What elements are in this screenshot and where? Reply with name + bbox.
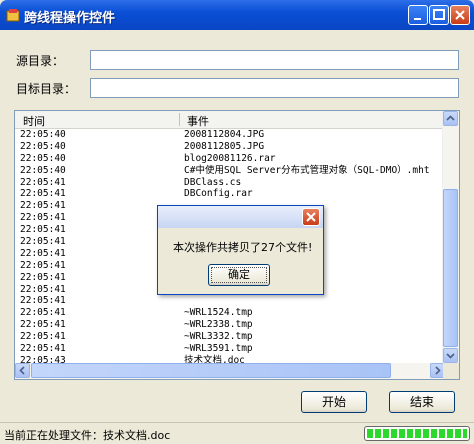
minimize-icon bbox=[414, 18, 421, 20]
vertical-scrollbar[interactable] bbox=[442, 111, 459, 363]
row-time: 22:05:41 bbox=[20, 259, 66, 271]
dialog-message: 本次操作共拷贝了27个文件! bbox=[173, 241, 313, 254]
row-time: 22:05:41 bbox=[20, 212, 66, 224]
end-button[interactable]: 结束 bbox=[389, 391, 455, 413]
maximize-icon bbox=[433, 9, 445, 20]
arrow-down-icon bbox=[446, 353, 455, 359]
app-icon bbox=[6, 9, 20, 22]
row-time: 22:05:41 bbox=[20, 295, 66, 307]
progress-fill bbox=[367, 429, 467, 438]
close-icon bbox=[306, 212, 316, 222]
dialog-close-button[interactable] bbox=[302, 208, 320, 226]
status-text: 当前正在处理文件：技术文档.doc bbox=[4, 429, 171, 442]
progress-bar bbox=[364, 426, 470, 441]
source-dir-label: 源目录： bbox=[16, 54, 65, 68]
dialog-ok-button[interactable]: 确定 bbox=[208, 264, 270, 286]
title-bar[interactable]: 跨线程操作控件 bbox=[0, 0, 474, 30]
horizontal-scrollbar[interactable] bbox=[15, 363, 445, 379]
row-time: 22:05:41 bbox=[20, 343, 66, 355]
scroll-up-button[interactable] bbox=[443, 111, 458, 126]
row-event: 2008112804.JPG bbox=[184, 129, 265, 140]
row-event: DBConfig.rar bbox=[184, 188, 253, 200]
row-time: 22:05:40 bbox=[20, 152, 66, 164]
horizontal-scroll-thumb[interactable] bbox=[31, 363, 391, 378]
table-row[interactable]: 22:05:41 bbox=[15, 295, 445, 307]
row-time: 22:05:41 bbox=[20, 188, 66, 200]
table-row[interactable]: 22:05:41 ~WRL3591.tmp bbox=[15, 343, 445, 355]
row-event: 2008112805.JPG bbox=[184, 140, 265, 152]
start-button[interactable]: 开始 bbox=[301, 391, 367, 413]
row-event: ~WRL1524.tmp bbox=[184, 307, 253, 319]
row-time: 22:05:41 bbox=[20, 200, 66, 212]
row-event: ~WRL2338.tmp bbox=[184, 319, 253, 331]
row-event: blog20081126.rar bbox=[184, 152, 276, 164]
source-dir-input[interactable] bbox=[90, 50, 459, 70]
table-row[interactable]: 22:05:41 ~WRL2338.tmp bbox=[15, 319, 445, 331]
row-time: 22:05:41 bbox=[20, 247, 66, 259]
row-time: 22:05:41 bbox=[20, 307, 66, 319]
status-bar: 当前正在处理文件：技术文档.doc bbox=[0, 422, 474, 444]
column-divider[interactable] bbox=[179, 113, 180, 126]
row-event: ~WRL3332.tmp bbox=[184, 331, 253, 343]
column-event[interactable]: 事件 bbox=[187, 113, 209, 129]
main-window: 跨线程操作控件 源目录： 目标目录： 时间 事件 22:05:40 2008112… bbox=[0, 0, 474, 444]
target-dir-input[interactable] bbox=[90, 78, 459, 98]
row-time: 22:05:41 bbox=[20, 224, 66, 236]
row-time: 22:05:41 bbox=[20, 236, 66, 248]
scroll-down-button[interactable] bbox=[443, 348, 458, 363]
table-row[interactable]: 22:05:41 ~WRL1524.tmp bbox=[15, 307, 445, 319]
column-time[interactable]: 时间 bbox=[23, 113, 45, 129]
row-time: 22:05:41 bbox=[20, 331, 66, 343]
close-icon bbox=[455, 10, 465, 20]
minimize-button[interactable] bbox=[408, 5, 428, 25]
scroll-left-button[interactable] bbox=[15, 363, 30, 378]
row-time: 22:05:40 bbox=[20, 164, 66, 176]
target-dir-label: 目标目录： bbox=[16, 82, 77, 96]
row-time: 22:05:41 bbox=[20, 319, 66, 331]
arrow-left-icon bbox=[19, 366, 25, 375]
dialog-title-bar[interactable] bbox=[158, 206, 323, 228]
row-time: 22:05:40 bbox=[20, 129, 66, 140]
table-row[interactable]: 22:05:40 C#中使用SQL Server分布式管理对象（SQL-DMO）.… bbox=[15, 165, 445, 177]
row-event: DBClass.cs bbox=[184, 176, 242, 188]
row-time: 22:05:41 bbox=[20, 283, 66, 295]
table-row[interactable]: 22:05:40 2008112804.JPG bbox=[15, 129, 445, 141]
table-row[interactable]: 22:05:41 DBClass.cs bbox=[15, 177, 445, 189]
row-time: 22:05:41 bbox=[20, 271, 66, 283]
window-title: 跨线程操作控件 bbox=[24, 11, 116, 26]
maximize-button[interactable] bbox=[429, 5, 449, 25]
row-event: ~WRL3591.tmp bbox=[184, 343, 253, 355]
arrow-up-icon bbox=[446, 115, 455, 121]
table-row[interactable]: 22:05:40 blog20081126.rar bbox=[15, 153, 445, 165]
row-event: C#中使用SQL Server分布式管理对象（SQL-DMO）.mht bbox=[184, 164, 430, 176]
table-row[interactable]: 22:05:40 2008112805.JPG bbox=[15, 141, 445, 153]
row-time: 22:05:40 bbox=[20, 140, 66, 152]
table-row[interactable]: 22:05:41 DBConfig.rar bbox=[15, 188, 445, 200]
vertical-scroll-thumb[interactable] bbox=[443, 189, 458, 347]
close-button[interactable] bbox=[450, 5, 470, 25]
row-time: 22:05:41 bbox=[20, 176, 66, 188]
scrollbar-corner bbox=[443, 363, 459, 379]
table-row[interactable]: 22:05:41 ~WRL3332.tmp bbox=[15, 331, 445, 343]
message-dialog: 本次操作共拷贝了27个文件! 确定 bbox=[157, 205, 324, 295]
listview-header: 时间 事件 bbox=[15, 111, 445, 129]
